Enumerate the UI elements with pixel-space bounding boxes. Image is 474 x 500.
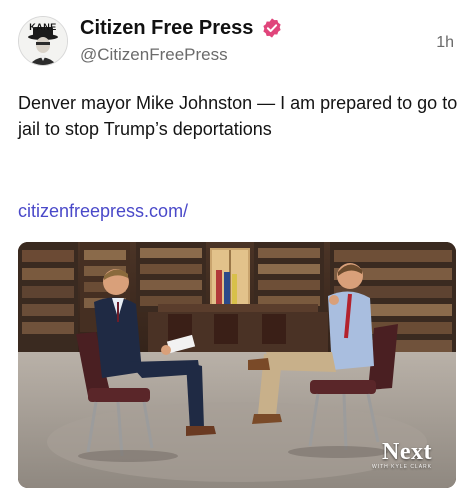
avatar-text-overlay: KANE [29, 22, 57, 32]
display-name[interactable]: Citizen Free Press [80, 16, 253, 40]
avatar[interactable]: KANE [18, 16, 68, 66]
verified-badge-icon [261, 17, 283, 39]
watermark: Next WITH KYLE CLARK [372, 440, 432, 470]
post-link[interactable]: citizenfreepress.com/ [18, 198, 188, 224]
post-timestamp[interactable]: 1h [436, 33, 454, 53]
post-text: Denver mayor Mike Johnston — I am prepar… [18, 93, 458, 139]
watermark-sub: WITH KYLE CLARK [371, 464, 432, 470]
post-media-image[interactable]: Next WITH KYLE CLARK [18, 242, 456, 488]
name-row: Citizen Free Press [80, 16, 283, 40]
svg-text:KANE: KANE [29, 22, 57, 32]
watermark-main: Next [382, 439, 432, 465]
account-handle[interactable]: @CitizenFreePress [80, 45, 228, 65]
